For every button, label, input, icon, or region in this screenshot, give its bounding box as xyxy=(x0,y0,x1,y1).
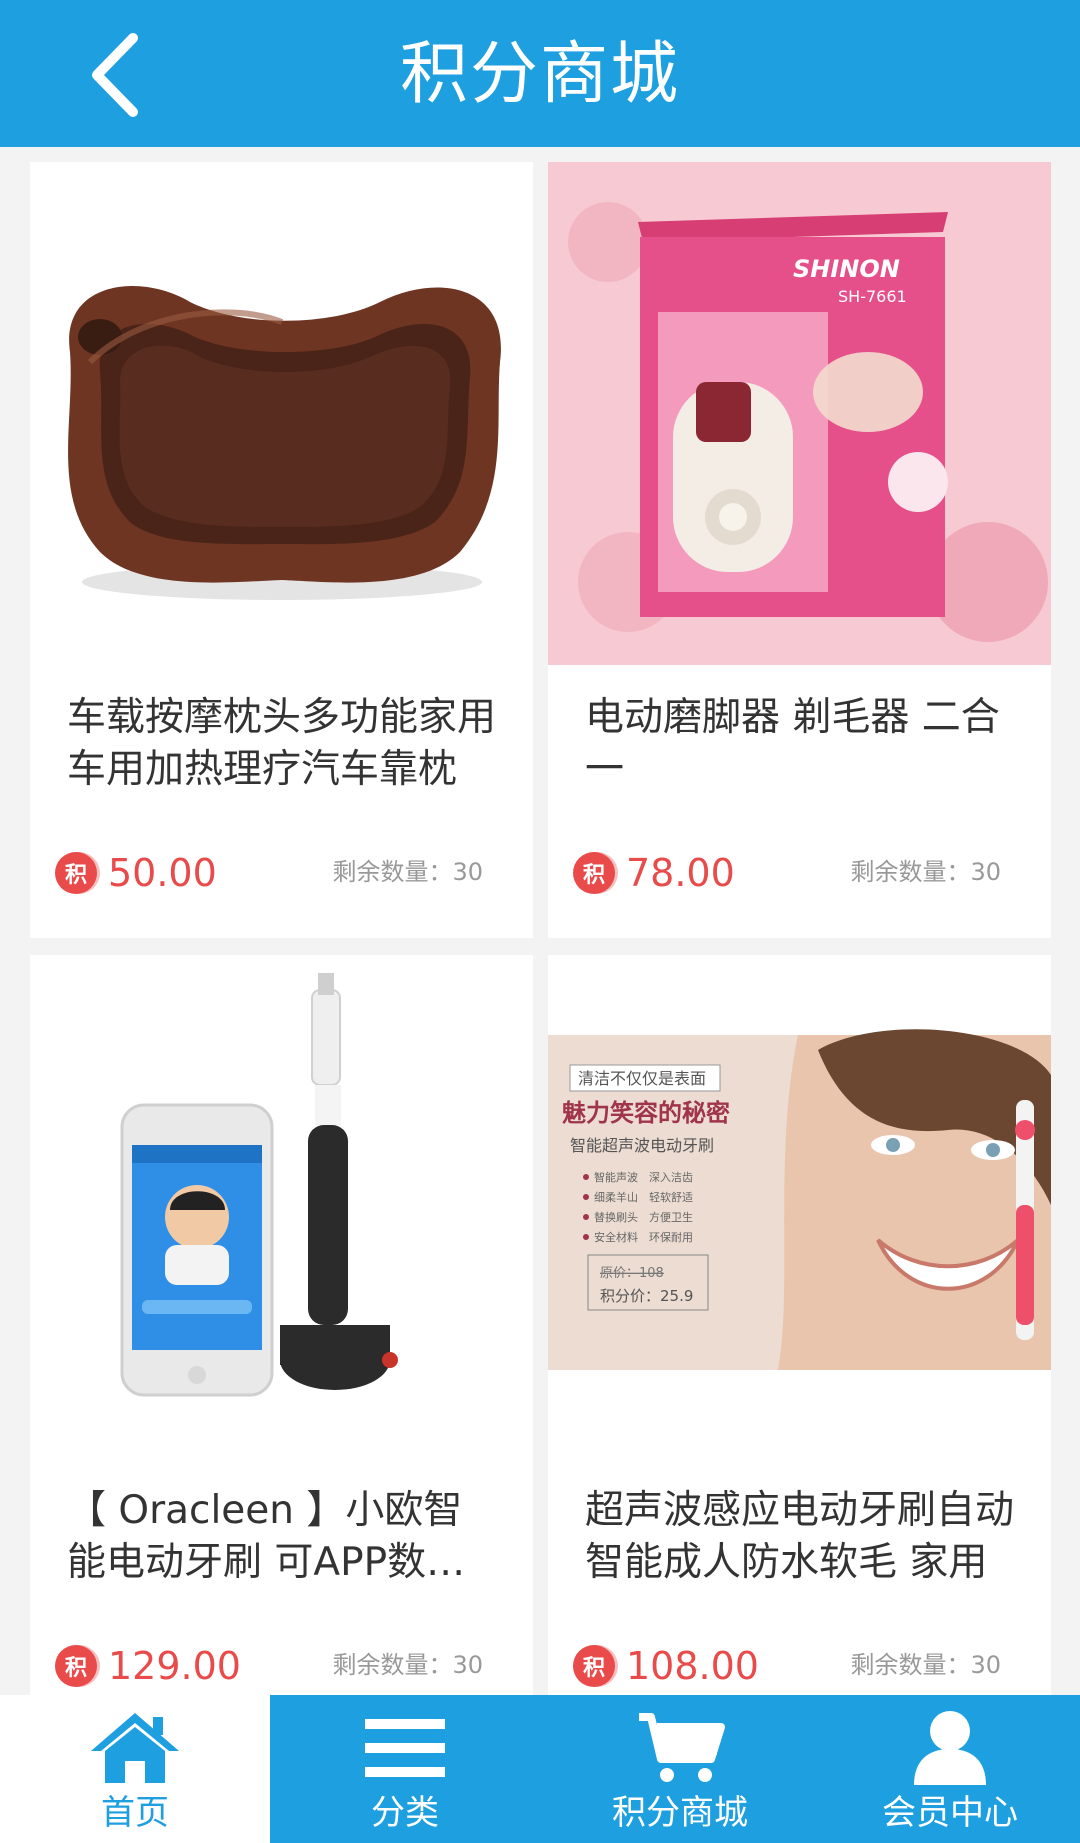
product-image-foot-file[interactable]: SHINON SH-7661 xyxy=(548,162,1051,665)
promo-feature: 替换刷头 方便卫生 xyxy=(594,1210,693,1224)
product-price: 108.00 xyxy=(626,1644,759,1688)
product-card[interactable]: 车载按摩枕头多功能家用车用加热理疗汽车靠枕 积 50.00 剩余数量：30 xyxy=(30,162,533,938)
tab-member-center[interactable]: 会员中心 xyxy=(820,1695,1080,1843)
home-icon xyxy=(91,1713,179,1783)
tab-category[interactable]: 分类 xyxy=(270,1695,540,1843)
promo-feature: 智能声波 深入洁齿 xyxy=(594,1170,693,1184)
points-badge-icon: 积 xyxy=(573,852,615,894)
cart-icon xyxy=(639,1713,725,1782)
points-badge-icon: 积 xyxy=(55,1645,97,1687)
product-name[interactable]: 【 Oracleen 】小欧智能电动牙刷 可APP数据连接 xyxy=(67,1485,496,1589)
box-model: SH-7661 xyxy=(838,287,907,306)
promo-points-price: 积分价：25.9 xyxy=(600,1287,693,1305)
stock-label: 剩余数量：30 xyxy=(850,858,1001,886)
tab-points-mall[interactable]: 积分商城 xyxy=(540,1695,820,1843)
stock-label: 剩余数量：30 xyxy=(332,858,483,886)
product-image-massage-pillow[interactable] xyxy=(30,162,533,665)
promo-feature: 细柔羊山 轻软舒适 xyxy=(594,1190,693,1204)
product-name[interactable]: 电动磨脚器 剃毛器 二合一 xyxy=(585,692,1014,796)
points-badge-icon: 积 xyxy=(573,1645,615,1687)
promo-original-price: 原价：108 xyxy=(600,1266,664,1281)
box-brand: SHINON xyxy=(793,255,900,283)
menu-icon xyxy=(365,1719,445,1777)
promo-title: 魅力笑容的秘密 xyxy=(562,1099,730,1127)
product-grid: 车载按摩枕头多功能家用车用加热理疗汽车靠枕 积 50.00 剩余数量：30 SH… xyxy=(0,0,1080,1843)
product-price: 129.00 xyxy=(108,1644,241,1688)
promo-feature: 安全材料 环保耐用 xyxy=(594,1230,693,1244)
product-card[interactable]: 清洁不仅仅是表面 魅力笑容的秘密 智能超声波电动牙刷 智能声波 深入洁齿 细柔羊… xyxy=(548,955,1051,1695)
bottom-tab-bar: 首页 分类 积分商城 会员中心 xyxy=(0,1695,1080,1843)
tab-label: 会员中心 xyxy=(882,1793,1018,1833)
tab-home[interactable]: 首页 xyxy=(0,1695,270,1843)
product-image-sonic-toothbrush[interactable]: 清洁不仅仅是表面 魅力笑容的秘密 智能超声波电动牙刷 智能声波 深入洁齿 细柔羊… xyxy=(548,955,1051,1458)
tab-label: 首页 xyxy=(101,1793,169,1833)
product-name[interactable]: 超声波感应电动牙刷自动智能成人防水软毛 家用 xyxy=(585,1485,1014,1589)
tab-label: 积分商城 xyxy=(612,1793,748,1833)
tab-label: 分类 xyxy=(371,1793,439,1833)
product-card[interactable]: SHINON SH-7661 电动磨脚器 剃毛器 二合一 积 78.00 剩余数… xyxy=(548,162,1051,938)
user-icon xyxy=(914,1711,986,1785)
promo-subtitle: 智能超声波电动牙刷 xyxy=(570,1136,714,1155)
product-image-smart-toothbrush[interactable] xyxy=(30,955,533,1458)
stock-label: 剩余数量：30 xyxy=(332,1651,483,1679)
product-price: 78.00 xyxy=(626,851,735,895)
product-card[interactable]: 【 Oracleen 】小欧智能电动牙刷 可APP数据连接 积 129.00 剩… xyxy=(30,955,533,1695)
stock-label: 剩余数量：30 xyxy=(850,1651,1001,1679)
promo-headline: 清洁不仅仅是表面 xyxy=(578,1069,706,1088)
points-badge-icon: 积 xyxy=(55,852,97,894)
product-name[interactable]: 车载按摩枕头多功能家用车用加热理疗汽车靠枕 xyxy=(67,692,496,796)
product-price: 50.00 xyxy=(108,851,217,895)
